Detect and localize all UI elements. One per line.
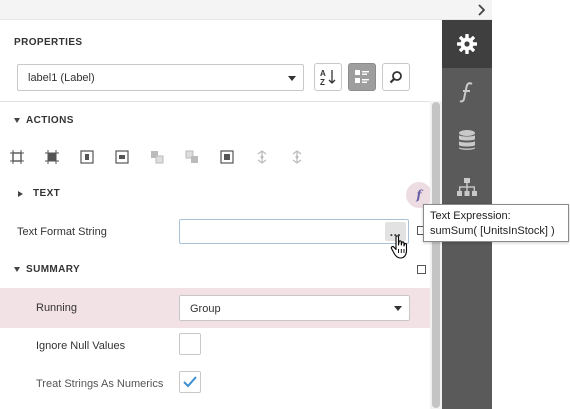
group-label-text: TEXT xyxy=(33,188,61,199)
collapse-panel-button[interactable] xyxy=(474,3,488,17)
panel-title: PROPERTIES xyxy=(14,37,83,48)
bring-to-front-icon[interactable] xyxy=(185,150,199,164)
size-to-grid-width-icon[interactable] xyxy=(255,150,269,164)
property-label-text-format-string: Text Format String xyxy=(17,226,107,238)
size-to-grid-height-icon[interactable] xyxy=(290,150,304,164)
group-header-actions[interactable]: ACTIONS xyxy=(14,115,74,126)
fit-bounds-icon[interactable] xyxy=(45,150,59,164)
gear-icon xyxy=(457,34,477,54)
ignore-null-values-checkbox[interactable] xyxy=(179,333,201,355)
align-left-edges-icon[interactable] xyxy=(10,150,24,164)
categorized-view-icon xyxy=(355,70,369,83)
running-select[interactable]: Group xyxy=(179,295,410,321)
search-icon xyxy=(389,71,402,84)
center-vertically-icon[interactable] xyxy=(115,150,129,164)
database-icon xyxy=(459,130,475,150)
expression-badge-glyph: f xyxy=(416,188,422,202)
text-format-string-input[interactable] xyxy=(179,219,409,244)
sidebar-tab-properties[interactable] xyxy=(442,20,492,68)
component-selector[interactable]: label1 (Label) xyxy=(17,64,304,91)
search-button[interactable] xyxy=(382,63,410,91)
property-label-ignore-null-values: Ignore Null Values xyxy=(36,340,126,352)
sort-alphabetical-button[interactable]: A Z xyxy=(314,63,342,91)
tooltip-line-1: Text Expression: xyxy=(430,210,511,222)
center-in-band-icon[interactable] xyxy=(220,150,234,164)
tooltip-line-2: sumSum( [UnitsInStock] ) xyxy=(430,225,555,237)
group-label-summary: SUMMARY xyxy=(26,264,81,275)
sidebar-tab-field-list[interactable] xyxy=(442,116,492,164)
group-header-summary[interactable]: SUMMARY xyxy=(14,264,80,275)
sort-alphabetical-icon: A Z xyxy=(320,69,336,86)
summary-marker-icon[interactable] xyxy=(417,265,426,274)
send-to-back-icon[interactable] xyxy=(150,150,164,164)
chevron-down-icon xyxy=(288,76,296,81)
center-horizontally-icon[interactable] xyxy=(80,150,94,164)
expand-triangle-icon xyxy=(18,190,23,197)
categorized-view-button[interactable] xyxy=(348,63,376,91)
collapse-triangle-icon xyxy=(14,267,20,272)
panel-top-strip xyxy=(0,0,442,20)
group-label-actions: ACTIONS xyxy=(26,115,74,126)
toolbar-divider xyxy=(0,101,430,102)
group-header-text[interactable]: TEXT xyxy=(14,188,60,199)
expression-tooltip: Text Expression: sumSum( [UnitsInStock] … xyxy=(423,204,569,242)
property-label-running: Running xyxy=(36,302,77,314)
checkmark-icon xyxy=(183,376,197,388)
hierarchy-icon xyxy=(457,178,477,196)
scrollbar-thumb[interactable] xyxy=(432,102,440,408)
properties-panel: PROPERTIES label1 (Label) A Z ACTIONS TE… xyxy=(0,0,442,409)
sidebar-tab-expressions[interactable] xyxy=(442,68,492,116)
chevron-down-icon xyxy=(394,306,402,311)
hand-cursor-icon xyxy=(390,235,408,259)
svg-text:Z: Z xyxy=(320,78,325,86)
svg-text:A: A xyxy=(320,69,326,78)
component-selector-value: label1 (Label) xyxy=(28,72,95,84)
running-select-value: Group xyxy=(190,303,221,315)
chevron-right-icon xyxy=(478,4,485,16)
collapse-triangle-icon xyxy=(14,118,20,123)
treat-strings-as-numerics-checkbox[interactable] xyxy=(179,371,201,393)
property-label-treat-strings-as-numerics: Treat Strings As Numerics xyxy=(36,378,164,390)
function-icon xyxy=(459,82,473,103)
